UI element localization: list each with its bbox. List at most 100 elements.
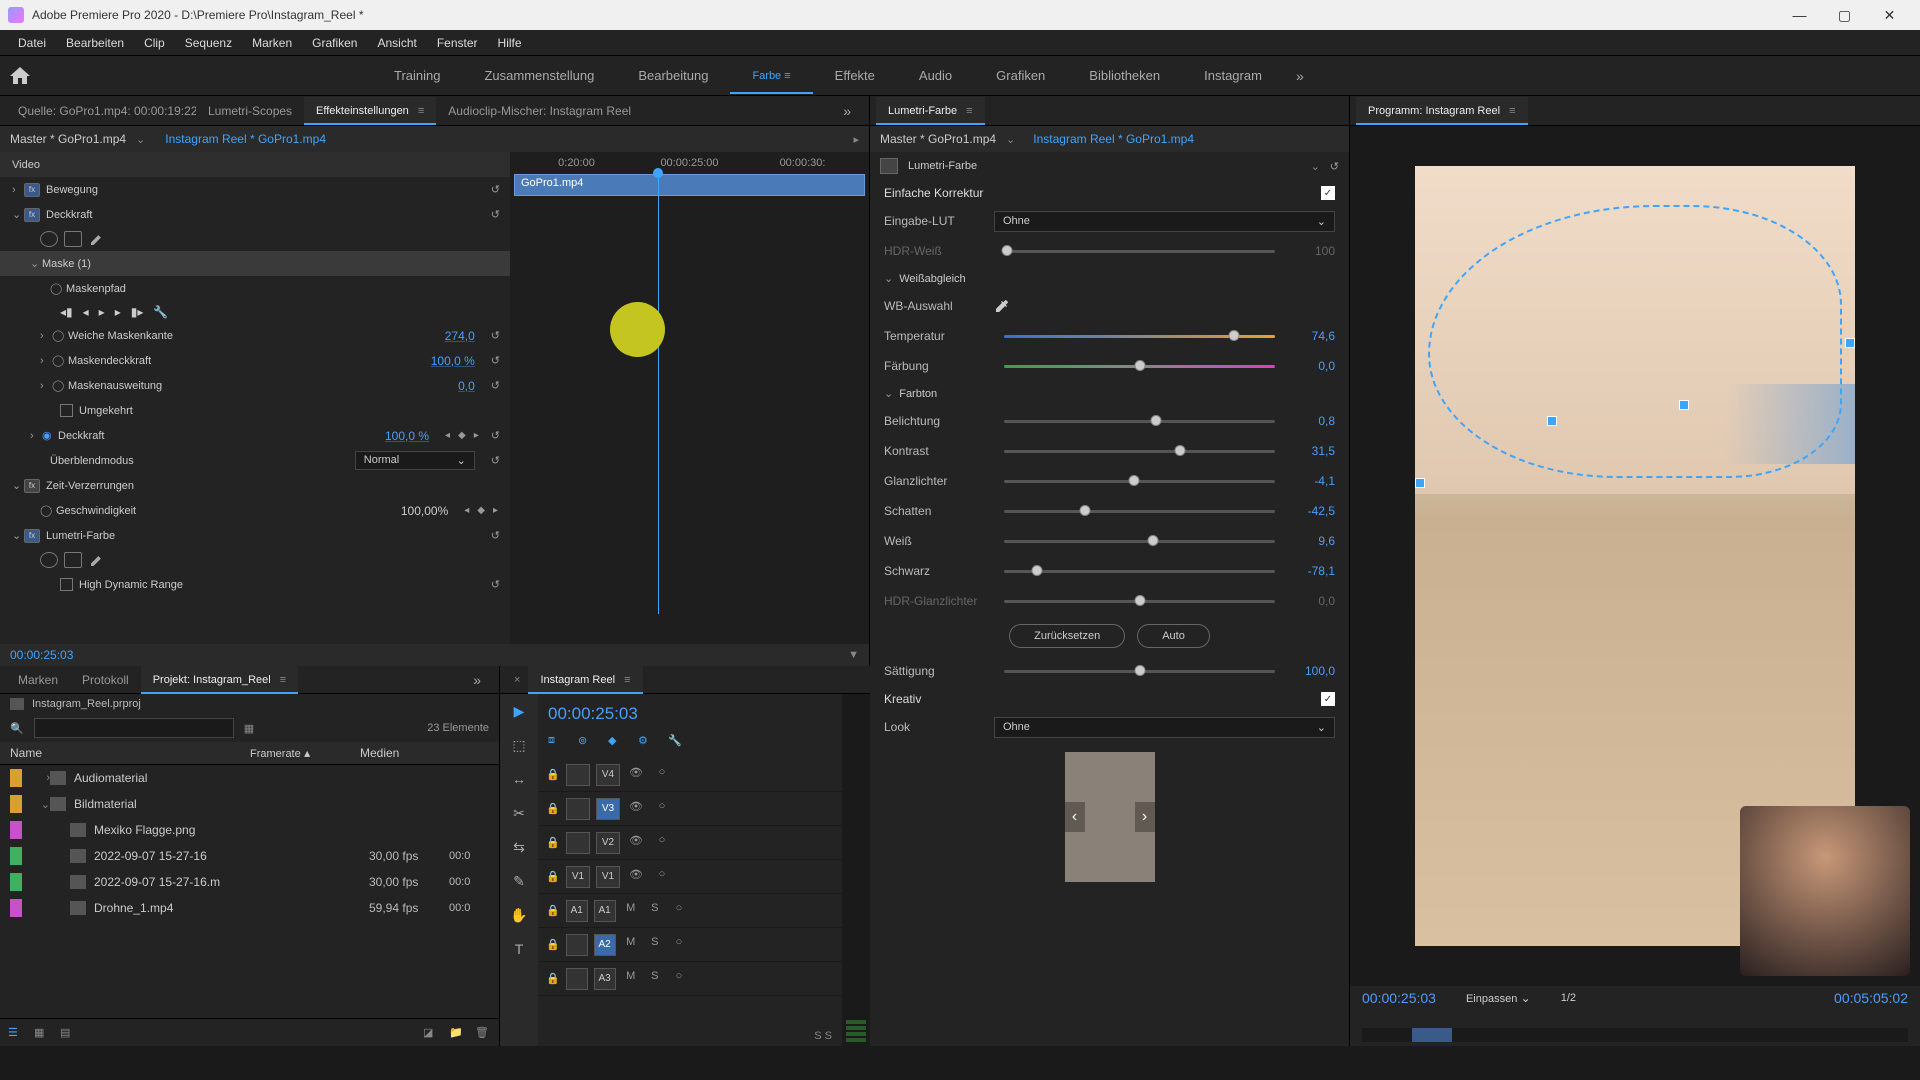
tab-lumetri-color[interactable]: Lumetri-Farbe ≡ <box>876 97 985 125</box>
ec-timecode[interactable]: 00:00:25:03 <box>10 648 73 662</box>
workspace-training[interactable]: Training <box>372 58 462 93</box>
snap-icon[interactable]: ⧈ <box>548 734 566 752</box>
stopwatch-active-icon[interactable]: ◉ <box>42 429 58 442</box>
label-color[interactable] <box>10 899 22 917</box>
pen-mask-button[interactable] <box>88 231 106 247</box>
workspace-effects[interactable]: Effekte <box>813 58 897 93</box>
effect-opacity[interactable]: Deckkraft <box>46 209 491 221</box>
rect-mask-button[interactable] <box>64 552 82 568</box>
freeform-view-icon[interactable]: ▤ <box>60 1026 76 1040</box>
effect-motion[interactable]: Bewegung <box>46 184 491 196</box>
source-patch[interactable] <box>566 934 588 956</box>
close-sequence-icon[interactable]: × <box>506 674 528 686</box>
mute-icon[interactable]: M <box>622 970 640 988</box>
next-keyframe-icon[interactable]: ▸ <box>474 430 479 441</box>
menu-file[interactable]: Datei <box>8 36 56 50</box>
marker-icon[interactable]: ◆ <box>608 734 626 752</box>
reset-icon[interactable]: ↺ <box>491 379 500 392</box>
fx-badge[interactable]: fx <box>24 479 40 493</box>
solo-icon[interactable]: S <box>646 970 664 988</box>
timeline-track[interactable]: 🔒 A3 M S ○ <box>538 962 842 996</box>
menu-help[interactable]: Hilfe <box>488 36 532 50</box>
track-select-tool-icon[interactable]: ⬚ <box>508 734 530 756</box>
wrench-icon[interactable]: 🔧 <box>668 734 686 752</box>
timeline-track[interactable]: 🔒 V2 👁 ○ <box>538 826 842 860</box>
zoom-level[interactable]: 1/2 <box>1561 992 1576 1004</box>
fx-badge[interactable]: fx <box>24 208 40 222</box>
contrast-slider[interactable] <box>1004 450 1275 453</box>
mask-label[interactable]: Maske (1) <box>42 258 510 270</box>
track-menu-icon[interactable]: ○ <box>652 834 672 852</box>
hdr-checkbox[interactable] <box>60 578 73 591</box>
twisty-icon[interactable]: › <box>12 184 24 196</box>
track-fwd-icon[interactable]: ▸ <box>115 305 121 319</box>
workspace-menu-icon[interactable]: ≡ <box>781 70 790 82</box>
project-item[interactable]: 2022-09-07 15-27-16.m 30,00 fps 00:0 <box>0 869 499 895</box>
mask-handle[interactable] <box>1547 416 1557 426</box>
reset-icon[interactable]: ↺ <box>491 208 500 221</box>
tab-source[interactable]: Quelle: GoPro1.mp4: 00:00:19:22 <box>6 98 196 124</box>
source-patch[interactable] <box>566 968 588 990</box>
play-icon[interactable]: ▸ <box>853 133 859 146</box>
twisty-icon[interactable]: ⌄ <box>12 208 24 221</box>
tab-audio-mixer[interactable]: Audioclip-Mischer: Instagram Reel <box>436 98 643 124</box>
label-color[interactable] <box>10 769 22 787</box>
lock-icon[interactable]: 🔒 <box>546 972 560 985</box>
search-input[interactable] <box>34 718 234 738</box>
chevron-down-icon[interactable]: ⌄ <box>1311 160 1320 173</box>
tab-markers[interactable]: Marken <box>6 667 70 693</box>
solo-icon[interactable]: S <box>646 902 664 920</box>
tone-header[interactable]: Farbton <box>899 388 937 400</box>
lum-sequence-clip[interactable]: Instagram Reel * GoPro1.mp4 <box>1033 132 1194 146</box>
source-patch[interactable] <box>566 798 590 820</box>
project-item[interactable]: 2022-09-07 15-27-16 30,00 fps 00:0 <box>0 843 499 869</box>
twisty-icon[interactable]: › <box>30 430 42 442</box>
track-target[interactable]: V2 <box>596 832 620 854</box>
menu-view[interactable]: Ansicht <box>367 36 426 50</box>
toggle-output-icon[interactable]: 👁 <box>626 766 646 784</box>
mute-icon[interactable]: M <box>622 902 640 920</box>
shadows-value[interactable]: -42,5 <box>1285 504 1335 518</box>
selection-tool-icon[interactable]: ▶ <box>508 700 530 722</box>
minimize-button[interactable]: — <box>1777 0 1822 30</box>
speed-value[interactable]: 100,00% <box>401 504 448 518</box>
source-patch[interactable] <box>566 832 590 854</box>
twisty-icon[interactable]: › <box>40 355 52 367</box>
workspace-overflow-icon[interactable]: » <box>1284 68 1316 84</box>
menu-window[interactable]: Fenster <box>427 36 488 50</box>
input-lut-dropdown[interactable]: Ohne⌄ <box>994 211 1335 232</box>
menu-graphics[interactable]: Grafiken <box>302 36 367 50</box>
add-keyframe-icon[interactable]: ◆ <box>477 505 485 516</box>
workspace-audio[interactable]: Audio <box>897 58 974 93</box>
mute-icon[interactable]: M <box>622 936 640 954</box>
program-monitor[interactable] <box>1350 126 1920 986</box>
track-target[interactable]: A1 <box>594 900 616 922</box>
tint-slider[interactable] <box>1004 365 1275 368</box>
track-menu-icon[interactable]: ○ <box>652 868 672 886</box>
column-framerate[interactable]: Framerate ▴ <box>250 746 360 760</box>
blend-mode-dropdown[interactable]: Normal⌄ <box>355 451 475 470</box>
column-media[interactable]: Medien <box>360 746 399 760</box>
inverted-checkbox[interactable] <box>60 404 73 417</box>
basic-correction-header[interactable]: Einfache Korrektur <box>884 186 1321 200</box>
track-menu-icon[interactable]: ○ <box>670 902 688 920</box>
look-dropdown[interactable]: Ohne⌄ <box>994 717 1335 738</box>
effect-timeremap[interactable]: Zeit-Verzerrungen <box>46 480 510 492</box>
solo-icon[interactable]: S <box>646 936 664 954</box>
panel-overflow-icon[interactable]: » <box>461 672 493 688</box>
icon-view-icon[interactable]: ▦ <box>34 1026 50 1040</box>
tab-history[interactable]: Protokoll <box>70 667 141 693</box>
reset-button[interactable]: Zurücksetzen <box>1009 624 1125 648</box>
blacks-slider[interactable] <box>1004 570 1275 573</box>
workspace-graphics[interactable]: Grafiken <box>974 58 1067 93</box>
twisty-icon[interactable]: ⌄ <box>884 387 893 400</box>
track-prev-icon[interactable]: ◂▮ <box>60 305 73 319</box>
timeline-track[interactable]: 🔒 A2 M S ○ <box>538 928 842 962</box>
prev-look-button[interactable]: ‹ <box>1065 802 1085 832</box>
lock-icon[interactable]: 🔒 <box>546 938 560 951</box>
stopwatch-icon[interactable]: ◯ <box>50 282 66 295</box>
track-play-icon[interactable]: ▸ <box>99 305 105 319</box>
twisty-icon[interactable]: ⌄ <box>12 479 24 492</box>
exposure-slider[interactable] <box>1004 420 1275 423</box>
trash-icon[interactable]: 🗑 <box>475 1026 491 1040</box>
